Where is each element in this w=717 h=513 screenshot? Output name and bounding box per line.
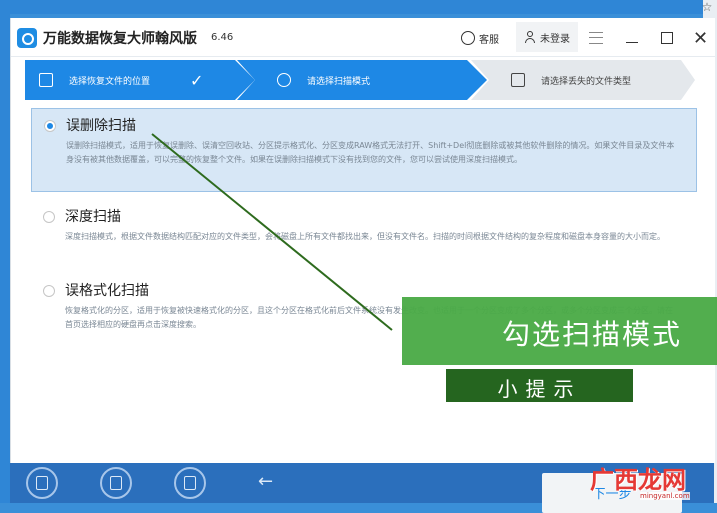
menu-button[interactable] [589, 28, 603, 48]
edit-icon [184, 476, 196, 490]
option-title: 深度扫描 [65, 209, 121, 225]
step-label: 请选择扫描模式 [307, 76, 371, 87]
option-title: 误格式化扫描 [65, 283, 149, 299]
phone-icon [36, 476, 48, 490]
radio-button[interactable] [43, 211, 55, 223]
step-select-file-type: 请选择丢失的文件类型 [471, 60, 695, 100]
feedback-button[interactable]: 客服 [461, 28, 499, 48]
feedback-label: 客服 [479, 34, 499, 46]
edit-button[interactable] [174, 467, 206, 499]
device-button[interactable] [26, 467, 58, 499]
option-description: 误删除扫描模式，适用于恢复误删除、误清空回收站、分区提示格式化、分区变成RAW格… [66, 141, 675, 164]
login-button[interactable]: 未登录 [516, 22, 578, 52]
desktop-background [0, 0, 717, 14]
chat-icon [461, 31, 475, 45]
step-label: 选择恢复文件的位置 [69, 76, 151, 87]
step-label: 请选择丢失的文件类型 [541, 76, 632, 87]
maximize-icon [661, 32, 673, 44]
close-icon: ✕ [693, 27, 709, 49]
scan-option-deep[interactable]: 深度扫描 深度扫描模式，根据文件数据结构匹配对应的文件类型，会将磁盘上所有文件都… [31, 200, 695, 264]
option-description: 深度扫描模式，根据文件数据结构匹配对应的文件类型，会将磁盘上所有文件都找出来，但… [65, 232, 665, 241]
radio-button[interactable] [44, 120, 56, 132]
title-bar: 万能数据恢复大师翰风版 6.46 客服 未登录 ✕ [11, 18, 715, 57]
user-icon [524, 31, 536, 43]
watermark-logo: 广西龙网 [590, 466, 686, 494]
watermark-url: mingyanl.com [640, 492, 690, 500]
back-button[interactable]: ← [258, 471, 273, 492]
login-label: 未登录 [540, 33, 570, 45]
step-select-location[interactable]: 选择恢复文件的位置 ✓ [25, 60, 255, 100]
app-version: 6.46 [211, 32, 234, 43]
monitor-icon [511, 73, 525, 87]
scan-option-deleted[interactable]: 误删除扫描 误删除扫描模式，适用于恢复误删除、误清空回收站、分区提示格式化、分区… [31, 108, 697, 192]
tip-overlay: 小提示 [446, 369, 633, 402]
minimize-button[interactable] [626, 28, 638, 48]
maximize-button[interactable] [661, 28, 673, 48]
option-title: 误删除扫描 [66, 118, 136, 134]
desktop-star-icon[interactable]: ☆ [697, 0, 717, 16]
search-icon [277, 73, 291, 87]
hint-text: 勾选扫描模式 [501, 318, 682, 351]
radio-button[interactable] [43, 285, 55, 297]
document-icon [39, 73, 53, 87]
step-select-scan-mode[interactable]: 请选择扫描模式 [237, 60, 487, 100]
checkmark-icon: ✓ [190, 70, 204, 90]
tip-text: 小提示 [497, 377, 582, 401]
hamburger-icon [589, 32, 603, 44]
close-button[interactable]: ✕ [693, 27, 709, 49]
minimize-icon [626, 41, 638, 43]
user-icon [110, 476, 122, 490]
app-title: 万能数据恢复大师翰风版 [43, 31, 197, 47]
app-logo-icon [17, 28, 37, 48]
desktop-left-edge [0, 0, 10, 503]
account-button[interactable] [100, 467, 132, 499]
hint-overlay: 勾选扫描模式 [402, 297, 717, 365]
step-progress: 选择恢复文件的位置 ✓ 请选择扫描模式 请选择丢失的文件类型 [25, 60, 695, 100]
